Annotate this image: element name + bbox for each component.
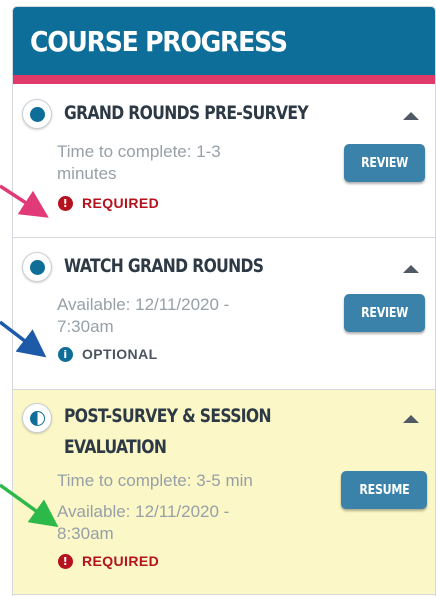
item-time-to-complete: Time to complete: 1-3 minutes xyxy=(57,142,221,183)
page: COURSE PROGRESS GRAND ROUNDS PRE-SURVEY … xyxy=(0,0,436,596)
course-item-pre-survey[interactable]: GRAND ROUNDS PRE-SURVEY Time to complete… xyxy=(13,84,435,238)
chevron-up-icon[interactable] xyxy=(403,265,419,273)
review-button[interactable]: REVIEW xyxy=(344,294,425,332)
required-icon: ! xyxy=(58,553,73,569)
info-icon: i xyxy=(58,346,73,362)
course-progress-panel: COURSE PROGRESS GRAND ROUNDS PRE-SURVEY … xyxy=(12,6,436,596)
complete-status-icon xyxy=(22,252,52,282)
item-time-to-complete: Time to complete: 3-5 min xyxy=(57,471,253,490)
item-title: POST-SURVEY & SESSION EVALUATION xyxy=(64,405,272,458)
chevron-up-icon[interactable] xyxy=(403,112,419,120)
required-badge: ! REQUIRED xyxy=(58,195,159,211)
item-availability: Available: 12/11/2020 - 8:30am xyxy=(57,502,230,543)
resume-button[interactable]: RESUME xyxy=(341,471,427,509)
panel-header: COURSE PROGRESS xyxy=(13,7,435,84)
item-title: GRAND ROUNDS PRE-SURVEY xyxy=(64,102,309,124)
required-icon: ! xyxy=(58,195,73,211)
required-badge: ! REQUIRED xyxy=(58,553,159,569)
panel-title: COURSE PROGRESS xyxy=(30,24,288,58)
item-availability: Available: 12/11/2020 - 7:30am xyxy=(57,295,230,336)
item-title: WATCH GRAND ROUNDS xyxy=(64,255,264,277)
course-item-watch[interactable]: WATCH GRAND ROUNDS Available: 12/11/2020… xyxy=(13,238,435,390)
course-item-post-survey[interactable]: POST-SURVEY & SESSION EVALUATION Time to… xyxy=(13,390,435,595)
complete-status-icon xyxy=(22,99,52,129)
chevron-up-icon[interactable] xyxy=(403,415,419,423)
optional-badge: i OPTIONAL xyxy=(58,346,158,362)
in-progress-status-icon xyxy=(22,403,52,433)
review-button[interactable]: REVIEW xyxy=(344,144,425,182)
